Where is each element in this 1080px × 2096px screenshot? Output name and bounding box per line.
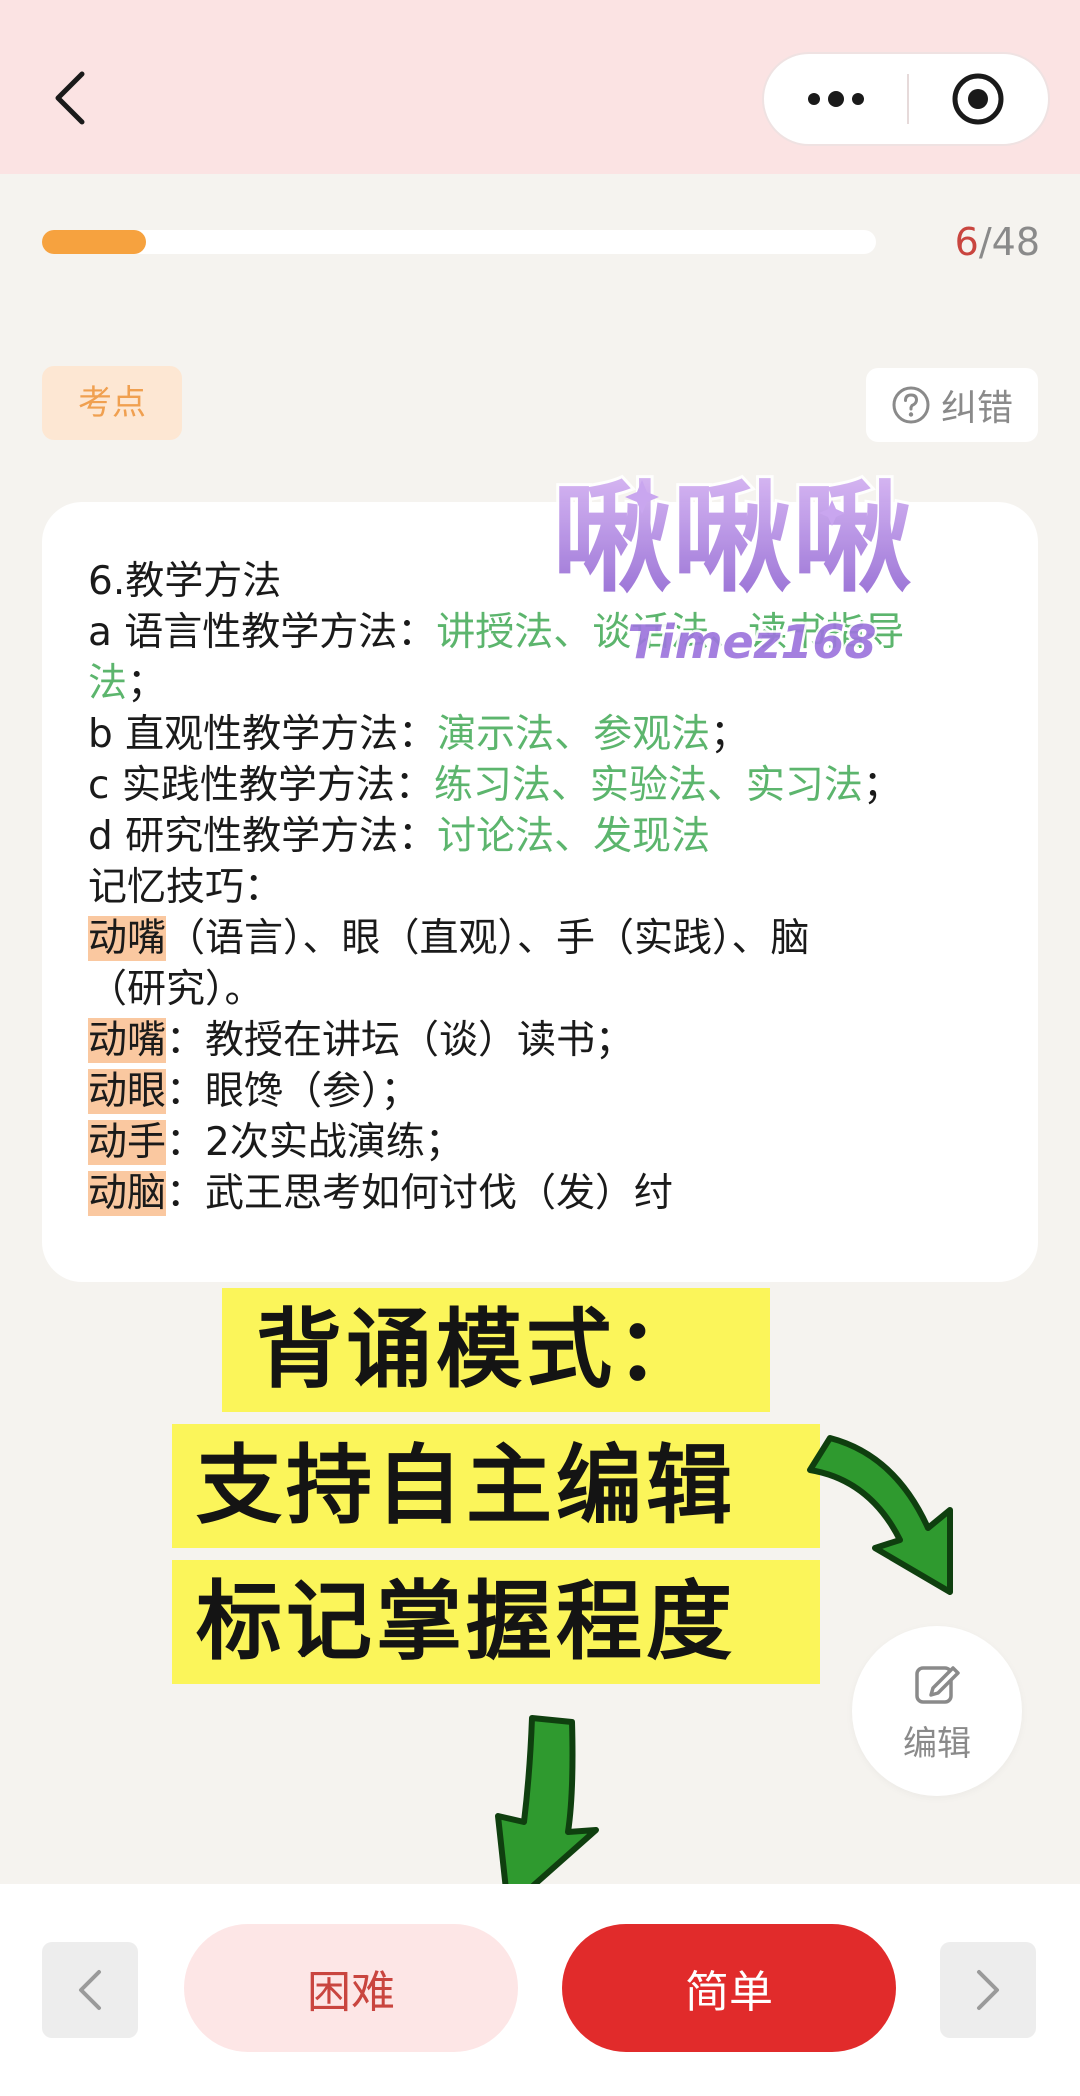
mnemonic-text: ：眼馋（参）； — [166, 1069, 420, 1114]
more-dots-icon — [807, 91, 864, 107]
method-value: 练习法、实验法、实习法 — [433, 763, 863, 808]
close-program-button[interactable] — [909, 52, 1048, 146]
mnemonic-text: ：教授在讲坛（谈）读书； — [166, 1018, 635, 1063]
more-button[interactable] — [764, 52, 907, 146]
method-line-b: b 直观性教学方法：演示法、参观法； — [88, 709, 1008, 760]
next-button[interactable] — [940, 1942, 1036, 2038]
edit-label: 编辑 — [903, 1723, 971, 1764]
highlight-mark: 动脑 — [88, 1171, 167, 1216]
method-line-c: c 实践性教学方法：练习法、实验法、实习法； — [88, 760, 1008, 811]
mnemonic-line-3: 动手：2次实战演练； — [88, 1117, 1008, 1168]
report-error-label: 纠错 — [940, 388, 1013, 429]
mnemonic-text: ：2次实战演练； — [166, 1120, 464, 1165]
promo-line-2: 支持自主编辑 — [196, 1436, 736, 1536]
tips-line-2: （研究）。 — [88, 967, 264, 1012]
highlight-mark: 动眼 — [88, 1069, 167, 1114]
chevron-right-icon — [977, 1970, 999, 2010]
progress-current: 6 — [954, 220, 979, 264]
promo-line-3: 标记掌握程度 — [196, 1572, 736, 1672]
method-line-a: a 语言性教学方法：讲授法、谈话法、读书指导 — [88, 607, 1008, 658]
progress-total: 48 — [991, 220, 1040, 264]
report-error-button[interactable]: 纠错 — [866, 368, 1038, 442]
edit-button[interactable]: 编辑 — [852, 1626, 1022, 1796]
method-suffix: ； — [862, 763, 902, 808]
mnemonic-text: ：武王思考如何讨伐（发）纣 — [166, 1171, 674, 1216]
highlight-mark: 动嘴 — [88, 1018, 167, 1063]
green-arrow-down-icon — [495, 1715, 599, 1911]
back-button[interactable] — [40, 62, 100, 134]
bottom-bar — [0, 1884, 1080, 2096]
method-prefix: c 实践性教学方法： — [88, 763, 434, 808]
previous-button[interactable] — [42, 1942, 138, 2038]
method-prefix: b 直观性教学方法： — [88, 712, 438, 757]
card-title: 6.教学方法 — [88, 559, 282, 604]
method-suffix: ； — [710, 712, 750, 757]
question-circle-icon — [892, 386, 930, 424]
category-tag: 考点 — [42, 366, 182, 440]
highlight-mark: 动手 — [88, 1120, 167, 1165]
easy-button[interactable]: 简单 — [562, 1924, 896, 2052]
method-value: 讲授法、谈话法、读书指导 — [436, 610, 905, 655]
card-content: 6.教学方法 a 语言性教学方法：讲授法、谈话法、读书指导 法； b 直观性教学… — [88, 556, 1008, 1219]
chevron-left-icon — [55, 71, 85, 125]
promo-line-1: 背诵模式： — [256, 1300, 706, 1400]
tips-line-1: 动嘴（语言）、眼（直观）、手（实践）、脑 — [88, 913, 1008, 964]
method-prefix: a 语言性教学方法： — [88, 610, 437, 655]
edit-icon — [915, 1665, 960, 1704]
progress-separator: / — [978, 220, 992, 264]
method-value: 演示法、参观法 — [437, 712, 711, 757]
method-line-d: d 研究性教学方法：讨论法、发现法 — [88, 811, 1008, 862]
tips-heading: 记忆技巧： — [88, 865, 284, 910]
chevron-left-icon — [79, 1970, 101, 2010]
method-line-a-cont: 法； — [88, 658, 1008, 709]
method-suffix: ； — [127, 661, 167, 706]
hard-button[interactable]: 困难 — [184, 1924, 518, 2052]
progress-counter: 6/48 — [900, 218, 1040, 266]
tips-line-1-text: （语言）、眼（直观）、手（实践）、脑 — [166, 916, 810, 961]
method-value: 讨论法、发现法 — [437, 814, 711, 859]
progress-bar — [42, 230, 876, 254]
method-value-cont: 法 — [88, 661, 128, 706]
highlight-mark: 动嘴 — [88, 916, 167, 961]
mnemonic-line-1: 动嘴：教授在讲坛（谈）读书； — [88, 1015, 1008, 1066]
green-arrow-right-icon — [807, 1435, 953, 1595]
mini-program-capsule — [762, 52, 1050, 146]
target-icon — [952, 73, 1004, 125]
progress-bar-fill — [42, 230, 147, 254]
method-prefix: d 研究性教学方法： — [88, 814, 438, 859]
mnemonic-line-2: 动眼：眼馋（参）； — [88, 1066, 1008, 1117]
mnemonic-line-4: 动脑：武王思考如何讨伐（发）纣 — [88, 1168, 1008, 1219]
